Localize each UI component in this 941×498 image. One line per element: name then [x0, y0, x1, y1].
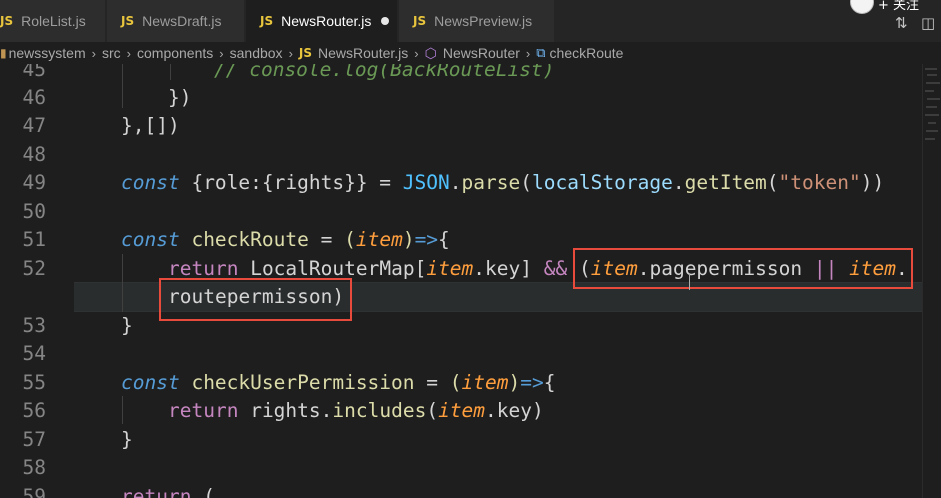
compare-changes-icon[interactable]: ⇅ — [895, 14, 908, 32]
code-line: 57 } — [0, 426, 941, 455]
code-line: 50 — [0, 198, 941, 227]
follow-button[interactable]: + 关注 — [878, 0, 919, 13]
code-text: }) — [168, 86, 192, 109]
chevron-right-icon: › — [525, 45, 531, 61]
breadcrumb-item-method[interactable]: ⧉ checkRoute — [536, 45, 623, 61]
tab-bar: JS RoleList.js JS NewsDraft.js JS NewsRo… — [0, 0, 941, 42]
js-file-icon: JS — [0, 14, 14, 28]
code-line: 54 — [0, 340, 941, 369]
code-line: 59 return ( — [0, 483, 941, 498]
line-number: 59 — [22, 485, 46, 498]
chevron-right-icon: › — [91, 45, 96, 61]
code-line: 56 return rights.includes(item.key) — [0, 397, 941, 426]
chevron-right-icon: › — [288, 45, 293, 61]
method-icon: ⧉ — [536, 45, 546, 60]
avatar — [850, 0, 874, 14]
line-number: 55 — [22, 371, 46, 394]
tab-label: NewsRouter.js — [281, 13, 372, 29]
tab-rolelist[interactable]: JS RoleList.js — [0, 0, 106, 42]
line-number: 56 — [22, 399, 46, 422]
line-number: 47 — [22, 114, 46, 137]
chevron-right-icon: › — [414, 45, 419, 61]
folder-icon: ▮ — [0, 46, 7, 60]
code-text: } — [121, 314, 133, 337]
breadcrumb: ▮ newssystem › src › components › sandbo… — [0, 42, 941, 64]
breadcrumb-item-newssystem[interactable]: ▮ newssystem — [0, 45, 86, 61]
line-number: 58 — [22, 456, 46, 479]
tab-label: RoleList.js — [21, 13, 86, 29]
tab-label: NewsDraft.js — [142, 13, 222, 29]
unsaved-dot-icon[interactable] — [381, 17, 390, 25]
breadcrumb-item-components[interactable]: components — [137, 45, 213, 61]
code-text: },[]) — [121, 114, 180, 137]
split-editor-icon[interactable]: ◫ — [921, 14, 935, 32]
cube-icon: ⬡ — [424, 44, 437, 61]
code-comment: // console.log(BackRouteList) — [214, 64, 555, 81]
line-number: 52 — [22, 257, 46, 280]
highlight-box-pagepermisson — [573, 248, 913, 289]
code-line: 58 — [0, 454, 941, 483]
code-line: 53 } — [0, 312, 941, 341]
js-file-icon: JS — [260, 14, 274, 28]
code-line: 45 // console.log(BackRouteList) — [0, 64, 941, 85]
code-line: 48 — [0, 141, 941, 170]
code-line: 47 },[]) — [0, 112, 941, 141]
line-number: 48 — [22, 143, 46, 166]
breadcrumb-item-src[interactable]: src — [102, 45, 121, 61]
breadcrumb-item-component[interactable]: ⬡ NewsRouter — [425, 45, 520, 62]
line-number: 50 — [22, 200, 46, 223]
code-editor[interactable]: 45 // console.log(BackRouteList) 46 }) 4… — [0, 64, 941, 498]
minimap[interactable] — [922, 64, 941, 498]
chevron-right-icon: › — [219, 45, 224, 61]
code-line: 55 const checkUserPermission = (item)=>{ — [0, 369, 941, 398]
code-line: 46 }) — [0, 84, 941, 113]
js-file-icon: JS — [298, 46, 313, 60]
js-file-icon: JS — [121, 14, 135, 28]
breadcrumb-item-sandbox[interactable]: sandbox — [230, 45, 283, 61]
text-cursor — [689, 274, 690, 290]
breadcrumb-item-file[interactable]: JS NewsRouter.js — [299, 45, 408, 61]
tab-newsdraft[interactable]: JS NewsDraft.js — [107, 0, 245, 42]
tab-label: NewsPreview.js — [434, 13, 533, 29]
js-file-icon: JS — [413, 14, 427, 28]
code-line: 49 const {role:{rights}} = JSON.parse(lo… — [0, 169, 941, 198]
line-number: 51 — [22, 228, 46, 251]
tab-newsrouter[interactable]: JS NewsRouter.js — [246, 0, 398, 42]
line-number: 53 — [22, 314, 46, 337]
highlight-box-routepermisson — [159, 278, 352, 321]
code-text: } — [121, 428, 133, 451]
line-number: 57 — [22, 428, 46, 451]
chevron-right-icon: › — [126, 45, 131, 61]
line-number: 45 — [22, 64, 46, 81]
tab-newspreview[interactable]: JS NewsPreview.js — [399, 0, 555, 42]
line-number: 54 — [22, 342, 46, 365]
line-number: 49 — [22, 171, 46, 194]
line-number: 46 — [22, 86, 46, 109]
